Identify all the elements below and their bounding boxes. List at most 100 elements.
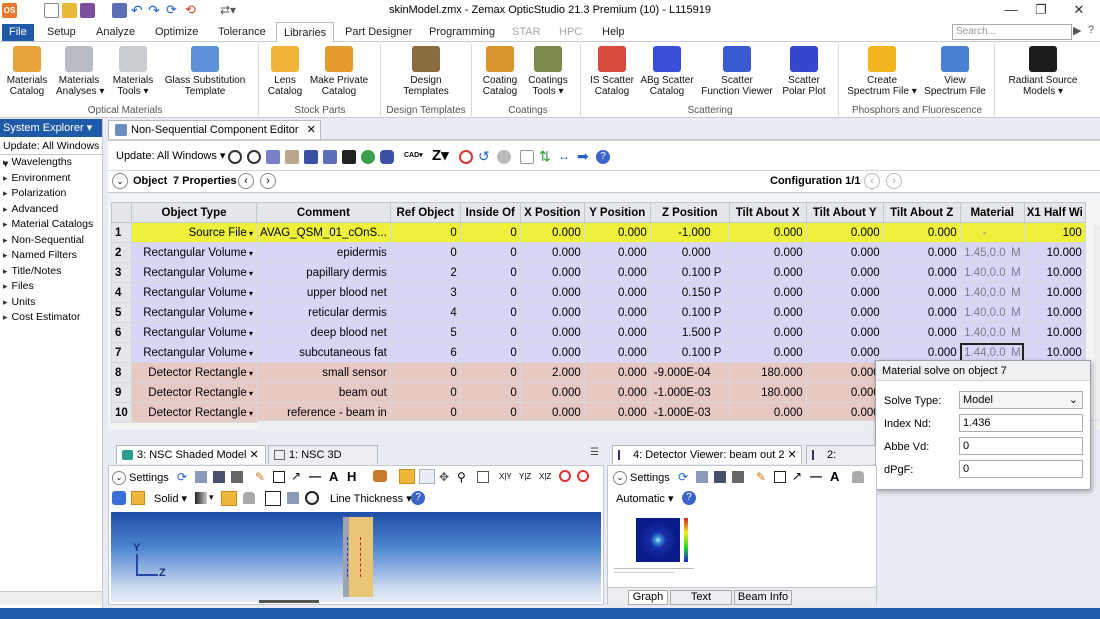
- cell-tilt-z[interactable]: 0.000: [882, 222, 961, 243]
- cell-x1-half-width[interactable]: 10.000: [1023, 262, 1086, 283]
- prev-object-icon[interactable]: ‹: [238, 173, 254, 189]
- cell-tilt-x[interactable]: 0.000: [728, 222, 807, 243]
- lock-icon[interactable]: [243, 492, 255, 504]
- row-number[interactable]: 2: [111, 242, 132, 263]
- tab-optimize[interactable]: Optimize: [148, 22, 205, 42]
- hexagon-icon[interactable]: [380, 150, 394, 164]
- tab-setup[interactable]: Setup: [40, 22, 83, 42]
- cell-ref-object[interactable]: 5: [389, 322, 461, 343]
- cell-object-type[interactable]: Detector Rectangle ▾: [131, 402, 257, 423]
- cell-z-position[interactable]: 0.000: [649, 242, 730, 263]
- col-x-position[interactable]: X Position: [519, 202, 585, 223]
- cell-material[interactable]: 1.40,0.0 M: [959, 282, 1025, 303]
- expand-icon[interactable]: ↔: [558, 150, 572, 164]
- create-spectrum-file-button[interactable]: Create Spectrum File ▾: [845, 46, 919, 97]
- chevron-down-icon[interactable]: ▾: [247, 329, 253, 338]
- sphere-icon[interactable]: [361, 150, 375, 164]
- row-number[interactable]: 10: [111, 402, 132, 423]
- pencil-icon[interactable]: ✎: [255, 470, 265, 484]
- window-icon[interactable]: [287, 492, 299, 504]
- row-number[interactable]: 5: [111, 302, 132, 323]
- power-icon[interactable]: [305, 491, 319, 505]
- tab-part-designer[interactable]: Part Designer: [338, 22, 419, 42]
- tree-item-files[interactable]: Files: [3, 279, 102, 295]
- glass-substitution-template-button[interactable]: Glass Substitution Template: [162, 46, 248, 97]
- tab-nsc-shaded-model[interactable]: 3: NSC Shaded Model ✕: [116, 445, 266, 464]
- move-icon[interactable]: ✥: [439, 470, 449, 484]
- settings-expand-icon[interactable]: ⌄: [613, 471, 627, 485]
- cell-tilt-x[interactable]: 0.000: [728, 282, 807, 303]
- cell-y-position[interactable]: 0.000: [583, 282, 651, 303]
- cell-x-position[interactable]: 0.000: [519, 342, 585, 363]
- automatic-dropdown[interactable]: Automatic ▾: [616, 492, 674, 505]
- next-config-icon[interactable]: ›: [886, 173, 902, 189]
- cell-tilt-z[interactable]: 0.000: [882, 282, 961, 303]
- cell-x-position[interactable]: 0.000: [519, 222, 585, 243]
- cell-ref-object[interactable]: 2: [389, 262, 461, 283]
- cell-material[interactable]: -: [959, 222, 1025, 243]
- abbe-vd-input[interactable]: 0: [959, 437, 1083, 455]
- cell-comment[interactable]: epidermis: [256, 242, 391, 263]
- cell-x1-half-width[interactable]: 10.000: [1023, 302, 1086, 323]
- abg-scatter-catalog-button[interactable]: ABg Scatter Catalog: [639, 46, 695, 97]
- is-scatter-catalog-button[interactable]: IS Scatter Catalog: [587, 46, 637, 97]
- material-solve-flag[interactable]: M: [1009, 327, 1021, 339]
- row-number[interactable]: 9: [111, 382, 132, 403]
- system-explorer-header[interactable]: System Explorer ▾ ⊞: [0, 119, 102, 152]
- solve-flag[interactable]: P: [714, 327, 726, 339]
- material-solve-flag[interactable]: M: [1009, 287, 1021, 299]
- table-row[interactable]: 2 Rectangular Volume ▾ epidermis 0 0 0.000 0.0…: [111, 242, 1086, 263]
- tree-item-material-catalogs[interactable]: Material Catalogs: [3, 217, 102, 233]
- pane-menu-icon[interactable]: ☰: [590, 447, 599, 458]
- cell-tilt-y[interactable]: 0.000: [805, 222, 884, 243]
- cell-inside-of[interactable]: 0: [459, 222, 521, 243]
- tab-analyze[interactable]: Analyze: [89, 22, 142, 42]
- wand-icon[interactable]: [221, 491, 237, 506]
- tree-item-wavelengths[interactable]: Wavelengths: [3, 155, 102, 171]
- zoom-fit-icon[interactable]: [477, 471, 489, 483]
- cell-x-position[interactable]: 2.000: [519, 362, 585, 383]
- print-icon[interactable]: [231, 471, 243, 483]
- shaded-model-viewport[interactable]: Y Z: [111, 512, 601, 602]
- table-row[interactable]: 3 Rectangular Volume ▾ papillary dermis 2 0 0…: [111, 262, 1086, 283]
- tree-item-environment[interactable]: Environment: [3, 171, 102, 187]
- copy-icon[interactable]: [696, 471, 708, 483]
- cell-y-position[interactable]: 0.000: [583, 322, 651, 343]
- view-spectrum-file-button[interactable]: View Spectrum File: [922, 46, 988, 97]
- cell-z-position[interactable]: 0.150 P: [649, 282, 730, 303]
- chevron-down-icon[interactable]: ▾: [247, 249, 253, 258]
- xz-view-icon[interactable]: X|Z: [539, 472, 551, 481]
- col-x1-half-width[interactable]: X1 Half Wi: [1023, 202, 1086, 223]
- col-tilt-x[interactable]: Tilt About X: [728, 202, 807, 223]
- properties-label[interactable]: 7 Properties: [173, 175, 237, 187]
- settings-button[interactable]: Settings: [129, 472, 169, 484]
- no-icon[interactable]: [459, 150, 473, 164]
- pan-icon[interactable]: [373, 470, 387, 482]
- radiant-source-models-button[interactable]: Radiant Source Models ▾: [1003, 46, 1083, 97]
- material-solve-flag[interactable]: M: [1009, 247, 1021, 259]
- text-tool-icon[interactable]: A: [830, 469, 839, 484]
- cell-ref-object[interactable]: 3: [389, 282, 461, 303]
- tab-beam-info[interactable]: Beam Info: [734, 590, 792, 605]
- cell-ref-object[interactable]: 0: [389, 242, 461, 263]
- stop-icon[interactable]: [559, 470, 571, 482]
- tab-detector-viewer-beam-out[interactable]: 4: Detector Viewer: beam out 2 ✕: [612, 445, 802, 464]
- dpgf-input[interactable]: 0: [959, 460, 1083, 478]
- scatter-function-viewer-button[interactable]: Scatter Function Viewer: [698, 46, 776, 97]
- cell-x1-half-width[interactable]: 10.000: [1023, 242, 1086, 263]
- minimize-button[interactable]: —: [996, 2, 1026, 17]
- select-tool-icon[interactable]: [399, 469, 415, 484]
- help-icon[interactable]: ?: [411, 491, 425, 505]
- arrow-draw-icon[interactable]: ↗: [792, 469, 802, 483]
- zoom-window-icon[interactable]: [419, 469, 435, 484]
- arrow-right-icon[interactable]: ➡: [577, 149, 591, 164]
- col-y-position[interactable]: Y Position: [583, 202, 651, 223]
- row-number[interactable]: 6: [111, 322, 132, 343]
- clear-icon[interactable]: [577, 470, 589, 482]
- tree-item-title-notes[interactable]: Title/Notes: [3, 264, 102, 280]
- tree-item-named-filters[interactable]: Named Filters: [3, 248, 102, 264]
- tab-programming[interactable]: Programming: [422, 22, 502, 42]
- tab-help[interactable]: Help: [595, 22, 632, 42]
- cell-material[interactable]: 1.40,0.0 M: [959, 302, 1025, 323]
- materials-analyses-button[interactable]: Materials Analyses ▾: [56, 46, 104, 97]
